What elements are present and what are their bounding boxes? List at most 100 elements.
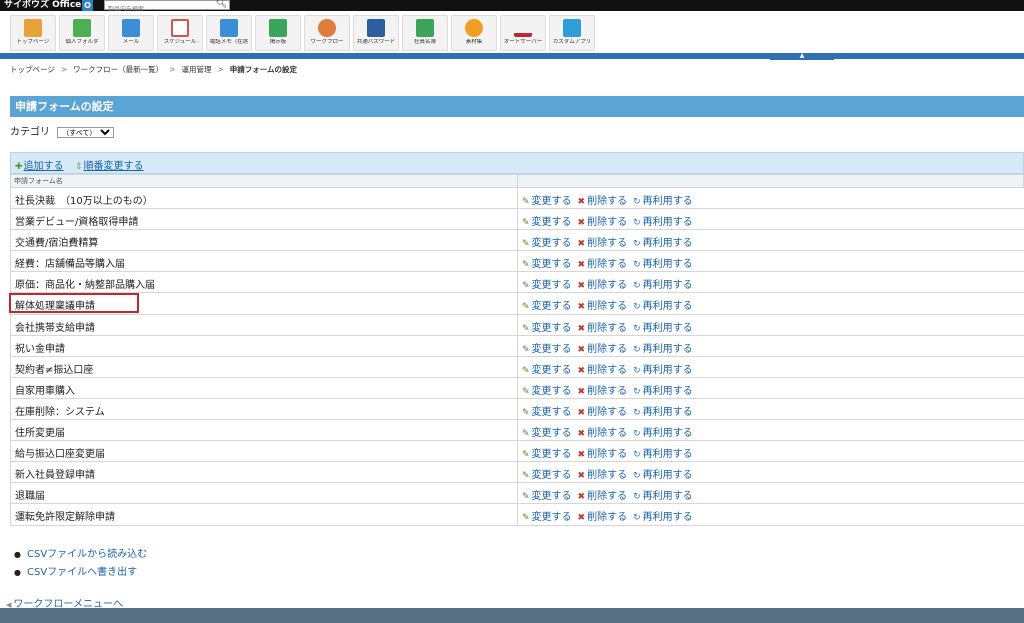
app-materials[interactable]: 素材集 (451, 15, 497, 51)
reuse-icon: ↻ (633, 471, 641, 482)
breadcrumb-top-page[interactable]: トップページ (10, 65, 55, 74)
edit-link[interactable]: ✎ 変更する (522, 491, 572, 502)
reuse-link[interactable]: ↻ 再利用する (633, 470, 693, 481)
edit-link[interactable]: ✎ 変更する (522, 512, 572, 523)
delete-link[interactable]: ✖ 削除する (578, 365, 628, 376)
reuse-link[interactable]: ↻ 再利用する (633, 217, 693, 228)
reuse-link[interactable]: ↻ 再利用する (633, 386, 693, 397)
add-icon: ✚ (15, 162, 23, 172)
table-row: 解体処理稟議申請 ✎ 変更する ✖ 削除する ↻ 再利用する (9, 293, 1024, 315)
pencil-icon: ✎ (522, 344, 530, 355)
delete-link[interactable]: ✖ 削除する (578, 512, 628, 523)
edit-link[interactable]: ✎ 変更する (522, 301, 572, 312)
category-select[interactable]: （すべて） (57, 127, 115, 138)
edit-label: 変更する (531, 280, 572, 292)
delete-link[interactable]: ✖ 削除する (578, 407, 628, 418)
reuse-link[interactable]: ↻ 再利用する (633, 512, 693, 523)
edit-link[interactable]: ✎ 変更する (522, 407, 572, 418)
edit-link[interactable]: ✎ 変更する (522, 428, 572, 439)
edit-link[interactable]: ✎ 変更する (522, 386, 572, 397)
form-list: 社長決裁 （10万以上のもの） ✎ 変更する ✖ 削除する ↻ 再利用する 営業デビュー/資格… (9, 188, 1024, 526)
app-directory[interactable]: 社員名簿 (402, 15, 448, 51)
edit-link[interactable]: ✎ 変更する (522, 323, 572, 334)
reuse-icon: ↻ (633, 450, 641, 461)
app-top-page[interactable]: トップページ (10, 15, 56, 51)
delete-link[interactable]: ✖ 削除する (578, 301, 628, 312)
product-logo[interactable]: サイボウズ Office (4, 0, 81, 11)
delete-link[interactable]: ✖ 削除する (578, 386, 628, 397)
reuse-label: 再利用する (642, 259, 693, 271)
delete-link[interactable]: ✖ 削除する (578, 196, 628, 207)
edit-label: 変更する (531, 470, 572, 482)
app-personal-folder[interactable]: 個人フォルダ (59, 15, 105, 51)
delete-link[interactable]: ✖ 削除する (578, 491, 628, 502)
delete-link[interactable]: ✖ 削除する (578, 238, 628, 249)
add-form-label: 追加する (23, 161, 64, 172)
edit-link[interactable]: ✎ 変更する (522, 449, 572, 460)
reorder-link[interactable]: ⇕順番変更する (75, 157, 144, 172)
collapse-header-button[interactable]: ▲ (770, 53, 834, 60)
reuse-link[interactable]: ↻ 再利用する (633, 428, 693, 439)
edit-link[interactable]: ✎ 変更する (522, 365, 572, 376)
app-workflow[interactable]: ワークフロー (304, 15, 350, 51)
reuse-link[interactable]: ↻ 再利用する (633, 323, 693, 334)
delete-link[interactable]: ✖ 削除する (578, 449, 628, 460)
close-icon: ✖ (577, 386, 586, 397)
breadcrumb-workflow[interactable]: ワークフロー（最新一覧） (73, 65, 163, 74)
app-auto-server[interactable]: オートサーバー (500, 15, 546, 51)
edit-label: 変更する (531, 322, 572, 334)
delete-link[interactable]: ✖ 削除する (578, 323, 628, 334)
delete-link[interactable]: ✖ 削除する (578, 217, 628, 228)
column-divider (517, 377, 518, 398)
edit-link[interactable]: ✎ 変更する (522, 470, 572, 481)
delete-link[interactable]: ✖ 削除する (578, 428, 628, 439)
pencil-icon: ✎ (522, 302, 530, 313)
close-icon: ✖ (577, 302, 586, 313)
reuse-link[interactable]: ↻ 再利用する (633, 280, 693, 291)
delete-link[interactable]: ✖ 削除する (578, 470, 628, 481)
edit-link[interactable]: ✎ 変更する (522, 280, 572, 291)
app-schedule[interactable]: スケジュール (157, 15, 203, 51)
edit-link[interactable]: ✎ 変更する (522, 196, 572, 207)
csv-import-link[interactable]: CSVファイルから読み込む (27, 549, 147, 560)
table-row: 交通費/宿泊費精算 ✎ 変更する ✖ 削除する ↻ 再利用する (10, 230, 1024, 252)
column-divider (517, 398, 518, 420)
home-icon (24, 19, 42, 37)
app-mail[interactable]: メール (108, 15, 154, 51)
row-actions: ✎ 変更する ✖ 削除する ↻ 再利用する (522, 276, 699, 291)
edit-link[interactable]: ✎ 変更する (522, 238, 572, 249)
folder-icon (73, 19, 91, 37)
app-label: 個人フォルダ (65, 39, 99, 45)
reuse-link[interactable]: ↻ 再利用する (633, 301, 693, 312)
breadcrumb-admin[interactable]: 運用管理 (181, 65, 211, 74)
edit-link[interactable]: ✎ 変更する (522, 259, 572, 270)
reuse-link[interactable]: ↻ 再利用する (633, 238, 693, 249)
row-actions: ✎ 変更する ✖ 削除する ↻ 再利用する (522, 319, 699, 334)
reuse-link[interactable]: ↻ 再利用する (633, 491, 693, 502)
csv-export-link[interactable]: CSVファイルへ書き出す (27, 567, 137, 578)
edit-label: 変更する (531, 406, 572, 418)
app-custom-app[interactable]: カスタムアプリ (549, 15, 595, 51)
reuse-link[interactable]: ↻ 再利用する (633, 449, 693, 460)
delete-link[interactable]: ✖ 削除する (578, 280, 628, 291)
edit-label: 変更する (531, 238, 572, 250)
table-row: 祝い金申請 ✎ 変更する ✖ 削除する ↻ 再利用する (10, 335, 1024, 357)
form-name: 給与振込口座変更届 (15, 449, 105, 461)
reuse-link[interactable]: ↻ 再利用する (633, 259, 693, 270)
delete-link[interactable]: ✖ 削除する (578, 259, 628, 270)
reuse-label: 再利用する (642, 406, 693, 418)
edit-link[interactable]: ✎ 変更する (522, 217, 572, 228)
delete-link[interactable]: ✖ 削除する (578, 344, 628, 355)
edit-link[interactable]: ✎ 変更する (522, 344, 572, 355)
reuse-link[interactable]: ↻ 再利用する (633, 196, 693, 207)
search-icon[interactable]: 🔍︎ (216, 0, 227, 9)
app-bulletin-board[interactable]: 掲示板 (255, 15, 301, 51)
reuse-link[interactable]: ↻ 再利用する (633, 365, 693, 376)
app-phone-memo[interactable]: 電話メモ（在席 (206, 15, 252, 51)
reuse-link[interactable]: ↻ 再利用する (633, 344, 693, 355)
row-actions: ✎ 変更する ✖ 削除する ↻ 再利用する (522, 340, 699, 355)
add-form-link[interactable]: ✚追加する (15, 157, 64, 172)
reuse-link[interactable]: ↻ 再利用する (633, 407, 693, 418)
app-shared-password[interactable]: 共通パスワード (353, 15, 399, 51)
breadcrumb-separator-icon: > (60, 65, 68, 74)
